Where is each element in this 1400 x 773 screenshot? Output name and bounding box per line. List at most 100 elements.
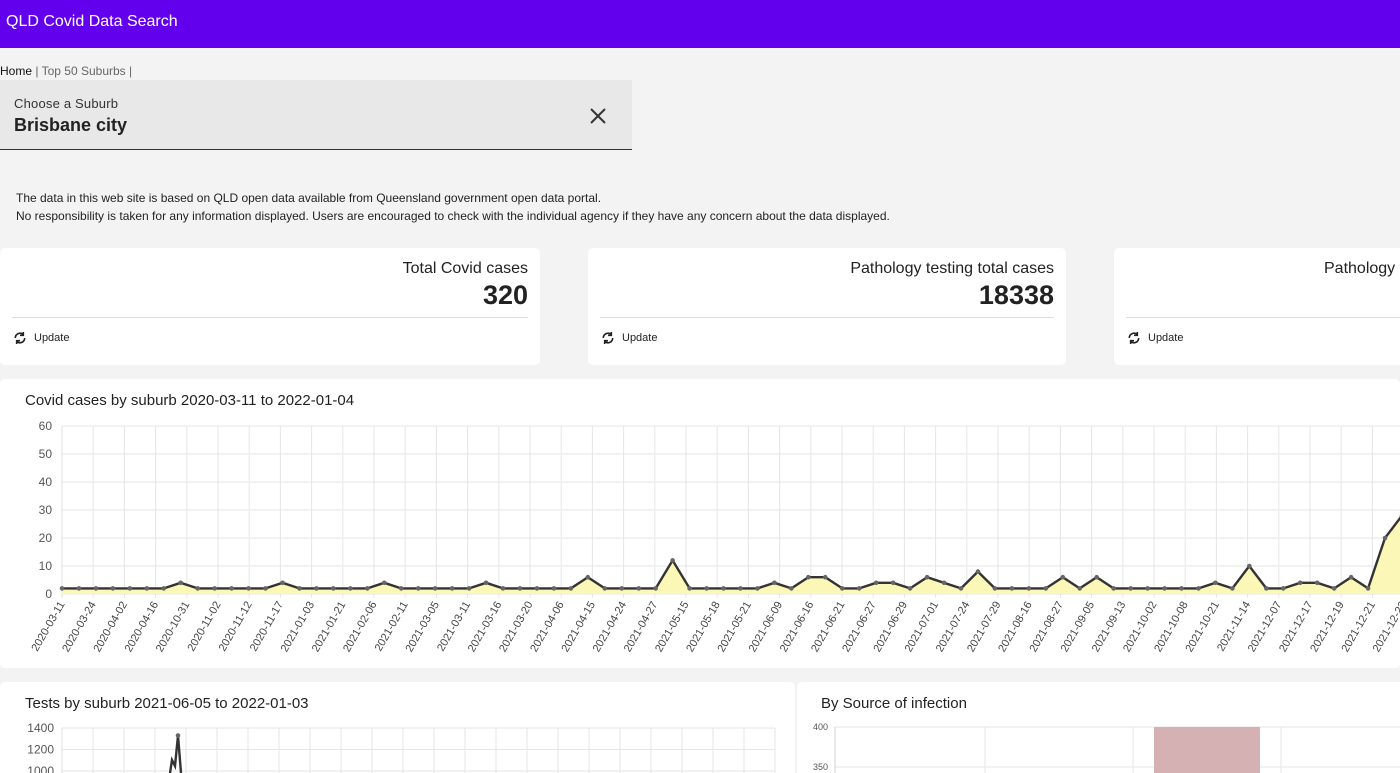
y-tick-label: 60 — [39, 419, 53, 433]
app-title: QLD Covid Data Search — [6, 13, 178, 30]
tests-chart: 1200 1400 1000 — [27, 721, 776, 773]
data-point — [907, 586, 913, 591]
stat-card-pathology-total: Pathology testing total cases 18338 Upda… — [588, 248, 1066, 365]
data-point — [127, 586, 133, 591]
y-tick-label: 1200 — [27, 743, 54, 757]
breadcrumb-separator: | — [35, 64, 39, 78]
source-chart-panel: By Source of infection 350 400 — [797, 682, 1400, 773]
y-tick-label: 40 — [39, 475, 53, 489]
data-point — [653, 586, 658, 591]
data-point — [1247, 563, 1252, 569]
tests-chart-panel: Tests by suburb 2021-06-05 to 2022-01-03… — [0, 682, 795, 773]
data-point — [76, 586, 82, 591]
y-tick-label: 50 — [39, 447, 53, 461]
suburb-select-field[interactable]: Choose a Suburb Brisbane city — [0, 80, 632, 150]
divider — [600, 317, 1054, 318]
data-point — [1365, 586, 1371, 591]
close-icon[interactable] — [586, 104, 610, 128]
breadcrumb-home-link[interactable]: Home — [0, 64, 32, 78]
data-point — [398, 586, 404, 591]
refresh-icon — [1128, 332, 1140, 344]
update-label: Update — [34, 332, 70, 344]
app-header: QLD Covid Data Search — [0, 0, 1400, 48]
update-button[interactable]: Update — [1126, 330, 1183, 346]
data-point — [212, 586, 217, 591]
data-point — [755, 586, 760, 591]
data-point — [1162, 586, 1167, 591]
update-button[interactable]: Update — [600, 330, 657, 346]
data-point — [415, 586, 421, 591]
data-point — [1331, 586, 1337, 591]
data-point — [483, 580, 489, 586]
stat-card-value: 18338 — [978, 280, 1054, 310]
divider — [12, 317, 528, 318]
y-tick-label: 20 — [39, 531, 53, 545]
data-point — [822, 574, 828, 580]
series-area — [62, 518, 1400, 594]
data-point — [585, 574, 591, 580]
data-point — [246, 586, 251, 591]
update-label: Update — [622, 332, 658, 344]
data-point — [1043, 586, 1049, 591]
data-point — [1230, 586, 1235, 591]
data-point — [772, 580, 777, 586]
data-point — [110, 586, 116, 591]
disclaimer-notice: The data in this web site is based on QL… — [16, 189, 890, 225]
data-point — [1314, 580, 1320, 586]
data-point — [1196, 586, 1201, 591]
source-chart: 350 400 — [813, 722, 1400, 773]
data-point — [178, 580, 184, 586]
data-point — [449, 586, 455, 591]
data-point — [348, 586, 353, 591]
data-point — [1179, 586, 1184, 591]
divider — [1126, 317, 1400, 318]
y-tick-label: 400 — [813, 722, 828, 732]
data-point — [1297, 580, 1303, 586]
data-point — [500, 586, 506, 591]
series-line — [62, 516, 1400, 590]
data-point — [59, 586, 65, 591]
data-point — [568, 586, 574, 591]
data-point — [551, 586, 557, 591]
breadcrumb-separator: | — [129, 64, 133, 78]
data-point — [1077, 586, 1083, 591]
stat-card-title: Pathology testing total cases — [850, 260, 1054, 277]
breadcrumb-top50-link[interactable]: Top 50 Suburbs — [42, 64, 126, 78]
data-point — [1009, 586, 1015, 591]
breadcrumb: Home | Top 50 Suburbs | — [0, 64, 132, 78]
data-point — [687, 586, 692, 591]
disclaimer-line: The data in this web site is based on QL… — [16, 191, 602, 205]
data-point — [1026, 586, 1032, 591]
data-point — [619, 586, 625, 591]
stat-card-title: Total Covid cases — [402, 260, 528, 277]
data-point — [195, 586, 200, 591]
series-line — [168, 735, 183, 773]
data-point — [432, 586, 438, 591]
data-point — [534, 586, 540, 591]
data-point — [1280, 586, 1286, 591]
update-label: Update — [1148, 332, 1184, 344]
suburb-select-value[interactable]: Brisbane city — [14, 115, 127, 136]
refresh-icon — [14, 332, 26, 344]
data-point — [280, 580, 285, 586]
disclaimer-line: No responsibility is taken for any infor… — [16, 209, 890, 223]
stat-card-value: 320 — [482, 280, 528, 310]
y-tick-label: 1400 — [27, 721, 54, 735]
data-point — [789, 586, 794, 591]
refresh-icon — [602, 332, 614, 344]
y-tick-label: 30 — [39, 503, 53, 517]
data-point — [1382, 535, 1388, 541]
data-point — [381, 580, 387, 586]
suburb-select-label: Choose a Suburb — [14, 96, 119, 111]
data-point — [1213, 580, 1218, 586]
update-button[interactable]: Update — [12, 330, 69, 346]
data-point — [958, 586, 964, 591]
data-point — [670, 558, 675, 563]
data-point — [144, 586, 150, 591]
data-point — [704, 586, 709, 591]
data-point — [636, 586, 642, 591]
data-point — [806, 574, 811, 580]
data-point — [1145, 586, 1150, 591]
data-point — [229, 586, 234, 591]
data-point — [856, 586, 862, 591]
